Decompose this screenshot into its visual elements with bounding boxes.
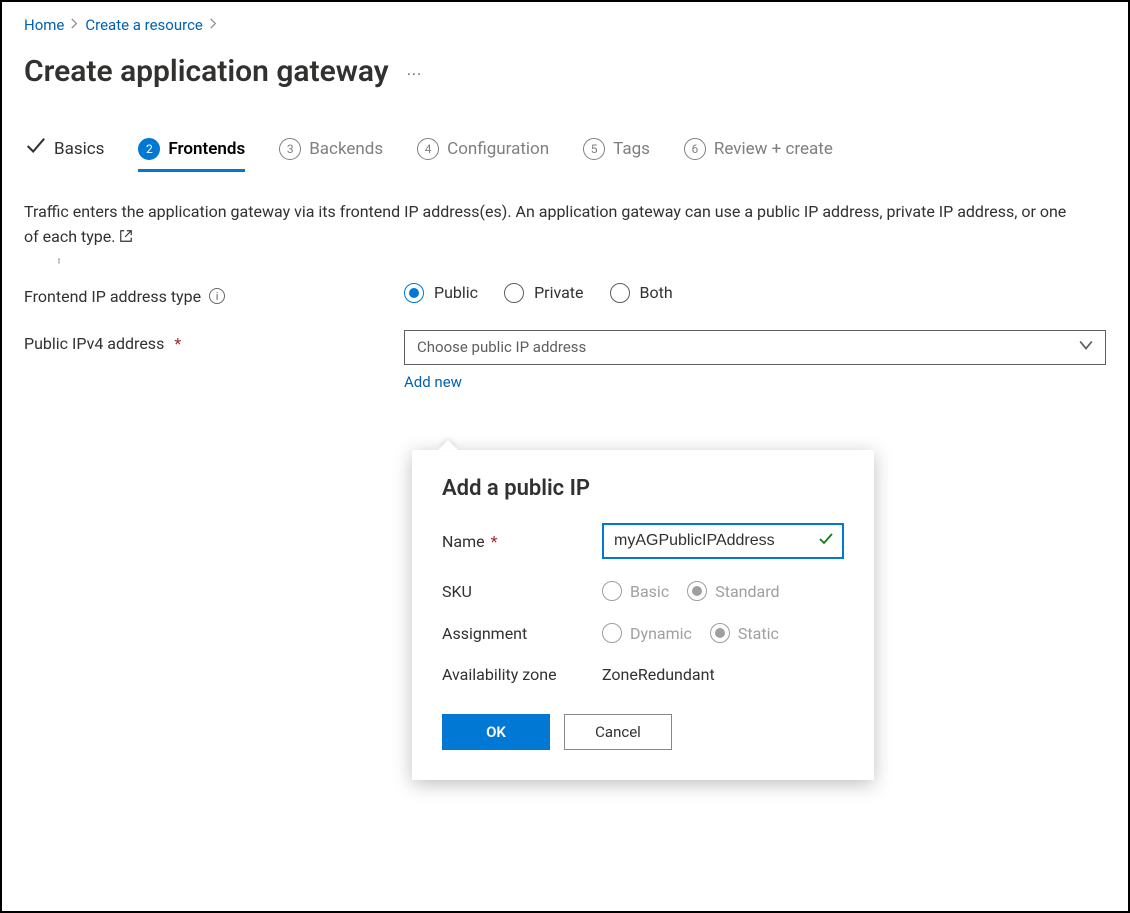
popup-sku-radiogroup: Basic Standard (602, 581, 780, 601)
radio-sku-standard: Standard (687, 581, 779, 601)
step-number-icon: 6 (684, 138, 706, 160)
radio-label: Both (640, 283, 673, 302)
radio-label: Basic (630, 582, 669, 601)
radio-icon (602, 581, 622, 601)
public-ip-dropdown[interactable]: Choose public IP address (404, 330, 1106, 365)
breadcrumb: Home Create a resource (24, 16, 1106, 34)
popup-assignment-radiogroup: Dynamic Static (602, 623, 779, 643)
add-new-link[interactable]: Add new (404, 373, 462, 391)
popup-name-input[interactable] (602, 523, 844, 559)
popup-availability-zone-label: Availability zone (442, 665, 602, 684)
chevron-right-icon (209, 17, 218, 33)
dropdown-placeholder: Choose public IP address (417, 338, 586, 356)
step-number-icon: 2 (138, 138, 160, 160)
tab-label: Backends (309, 139, 383, 159)
radio-sku-basic: Basic (602, 581, 669, 601)
tab-tags[interactable]: 5 Tags (583, 138, 650, 170)
ok-button[interactable]: OK (442, 714, 550, 750)
check-icon (818, 531, 834, 551)
wizard-tabs: Basics 2 Frontends 3 Backends 4 Configur… (24, 135, 1106, 172)
tab-label: Tags (613, 139, 650, 159)
radio-public[interactable]: Public (404, 283, 478, 303)
radio-assign-dynamic: Dynamic (602, 623, 692, 643)
radio-icon (710, 623, 730, 643)
step-number-icon: 3 (279, 138, 301, 160)
radio-icon (610, 283, 630, 303)
radio-icon (504, 283, 524, 303)
tab-frontends[interactable]: 2 Frontends (138, 138, 245, 170)
radio-private[interactable]: Private (504, 283, 583, 303)
popup-availability-zone-value: ZoneRedundant (602, 665, 715, 684)
step-number-icon: 4 (417, 138, 439, 160)
tab-basics[interactable]: Basics (24, 135, 104, 172)
tab-configuration[interactable]: 4 Configuration (417, 138, 549, 170)
radio-label: Standard (715, 582, 779, 601)
tab-description: Traffic enters the application gateway v… (24, 200, 1084, 251)
chevron-right-icon (70, 17, 79, 33)
radio-label: Public (434, 283, 478, 302)
frontend-ip-type-label: Frontend IP address type i (24, 283, 404, 306)
check-icon (24, 135, 46, 162)
public-ipv4-label: Public IPv4 address* (24, 330, 404, 353)
popup-name-label: Name * (442, 532, 602, 551)
required-asterisk: * (172, 334, 181, 353)
radio-assign-static: Static (710, 623, 779, 643)
external-link-icon[interactable] (119, 226, 133, 251)
breadcrumb-create-resource[interactable]: Create a resource (85, 16, 203, 34)
radio-label: Private (534, 283, 583, 302)
text-cursor-icon (58, 250, 60, 272)
more-actions-button[interactable]: ··· (407, 55, 423, 84)
tab-label: Frontends (168, 139, 245, 159)
cancel-button[interactable]: Cancel (564, 714, 672, 750)
page-title: Create application gateway (24, 54, 389, 89)
tab-backends[interactable]: 3 Backends (279, 138, 383, 170)
chevron-down-icon (1079, 338, 1093, 356)
tab-label: Review + create (714, 139, 833, 159)
tab-review-create[interactable]: 6 Review + create (684, 138, 833, 170)
tab-label: Configuration (447, 139, 549, 159)
radio-both[interactable]: Both (610, 283, 673, 303)
radio-label: Dynamic (630, 624, 692, 643)
frontend-ip-type-radiogroup: Public Private Both (404, 283, 673, 303)
info-icon[interactable]: i (209, 288, 225, 304)
breadcrumb-home[interactable]: Home (24, 16, 64, 34)
popup-sku-label: SKU (442, 582, 602, 601)
radio-label: Static (738, 624, 779, 643)
add-public-ip-popup: Add a public IP Name * SKU Basic Standar… (412, 450, 874, 780)
tab-label: Basics (54, 139, 104, 159)
radio-icon (687, 581, 707, 601)
required-asterisk: * (485, 532, 498, 551)
radio-icon (404, 283, 424, 303)
popup-title: Add a public IP (442, 476, 844, 501)
popup-assignment-label: Assignment (442, 624, 602, 643)
step-number-icon: 5 (583, 138, 605, 160)
radio-icon (602, 623, 622, 643)
